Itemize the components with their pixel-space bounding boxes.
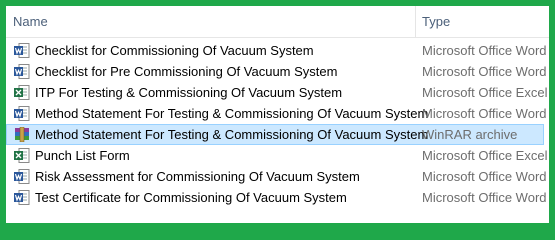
word-document-icon (14, 64, 30, 79)
word-document-icon (14, 190, 30, 205)
word-document-icon (14, 43, 30, 58)
column-divider[interactable] (415, 6, 416, 37)
file-list: Checklist for Commissioning Of Vacuum Sy… (6, 40, 549, 208)
file-name: Checklist for Commissioning Of Vacuum Sy… (35, 43, 314, 58)
file-row-selected[interactable]: Method Statement For Testing & Commissio… (6, 124, 544, 145)
file-name: Test Certificate for Commissioning Of Va… (35, 190, 347, 205)
file-type: Microsoft Office Word (422, 43, 547, 58)
file-type: Microsoft Office Excel (422, 85, 548, 100)
file-type: Microsoft Office Word (422, 169, 547, 184)
file-row[interactable]: Checklist for Pre Commissioning Of Vacuu… (6, 61, 549, 82)
excel-document-icon (14, 148, 30, 163)
file-row[interactable]: ITP For Testing & Commissioning Of Vacuu… (6, 82, 549, 103)
file-type: Microsoft Office Word (422, 190, 547, 205)
file-name: Risk Assessment for Commissioning Of Vac… (35, 169, 360, 184)
file-row[interactable]: Method Statement For Testing & Commissio… (6, 103, 549, 124)
word-document-icon (14, 169, 30, 184)
column-header-type[interactable]: Type (422, 14, 450, 29)
file-type: Microsoft Office Excel (422, 148, 548, 163)
column-header-bar: Name Type (6, 6, 549, 38)
file-name: Punch List Form (35, 148, 130, 163)
file-type: Microsoft Office Word (422, 64, 547, 79)
file-type: Microsoft Office Word (422, 106, 547, 121)
file-name: Method Statement For Testing & Commissio… (35, 106, 429, 121)
excel-document-icon (14, 85, 30, 100)
file-row[interactable]: Risk Assessment for Commissioning Of Vac… (6, 166, 549, 187)
winrar-archive-icon (14, 126, 30, 143)
file-row[interactable]: Checklist for Commissioning Of Vacuum Sy… (6, 40, 549, 61)
file-name: Method Statement For Testing & Commissio… (35, 127, 429, 142)
column-header-name[interactable]: Name (13, 14, 48, 29)
file-list-window: Name Type Checklist for Commissioning Of… (6, 6, 549, 223)
file-row[interactable]: Test Certificate for Commissioning Of Va… (6, 187, 549, 208)
file-row[interactable]: Punch List Form Microsoft Office Excel (6, 145, 549, 166)
word-document-icon (14, 106, 30, 121)
file-name: Checklist for Pre Commissioning Of Vacuu… (35, 64, 338, 79)
file-name: ITP For Testing & Commissioning Of Vacuu… (35, 85, 343, 100)
file-type: WinRAR archive (422, 127, 518, 142)
